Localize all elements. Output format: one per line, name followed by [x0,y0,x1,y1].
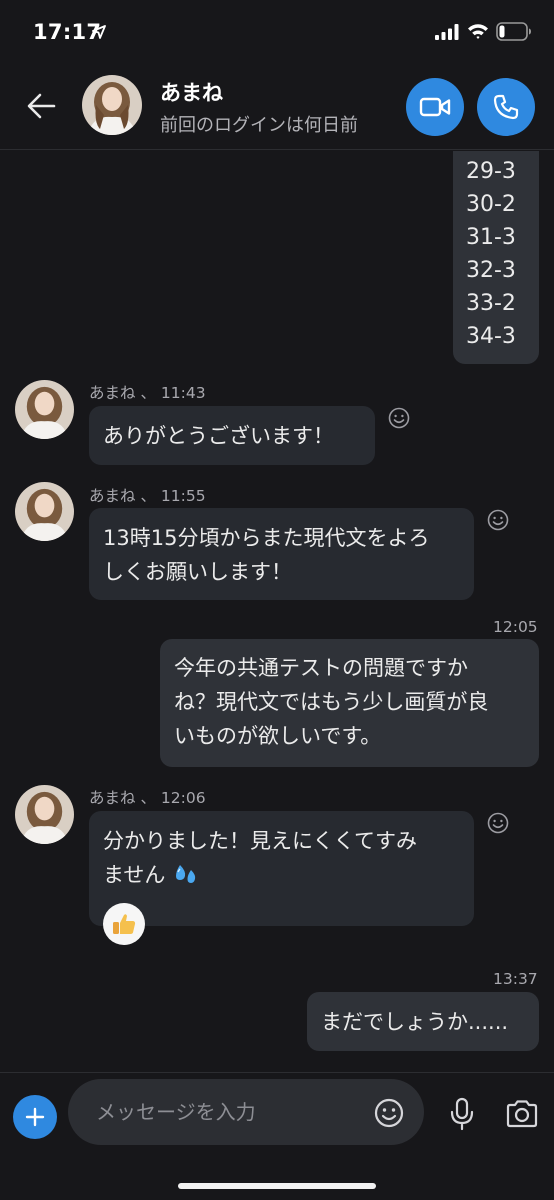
chat-header: あまね 前回のログインは何日前 [0,64,554,150]
reaction-badge[interactable] [103,903,145,945]
wifi-icon [468,24,488,39]
message-text: ません [103,863,166,887]
attach-plus-button[interactable] [13,1095,57,1139]
contact-avatar[interactable] [82,75,142,135]
message-meta: あまね 、 11:55 [89,484,206,506]
message-text: ありがとうございます！ [103,424,334,448]
smiley-react-icon[interactable] [387,406,411,430]
microphone-icon[interactable] [448,1097,476,1131]
outgoing-message-bubble[interactable]: 29-3 30-2 31-3 32-3 33-2 34-3 [453,151,539,364]
incoming-message-bubble[interactable]: 13時15分頃からまた現代文をよろ しくお願いします！ [89,508,474,600]
sender-avatar[interactable] [15,380,74,439]
meta-separator: 、 [140,384,156,402]
message-text-line: 分かりました！見えにくくてすみ [103,829,417,853]
message-input[interactable] [96,1079,366,1145]
video-camera-icon [419,97,451,117]
message-text-line: 31-3 [466,225,516,250]
message-list[interactable]: 29-3 30-2 31-3 32-3 33-2 34-3 あまね 、 11:4… [0,151,554,1071]
sender-name: あまね [89,384,136,402]
sweat-droplets-emoji-icon [176,865,196,883]
sender-name: あまね [89,789,136,807]
smiley-react-icon[interactable] [486,811,510,835]
home-indicator [178,1183,376,1189]
composer-bar [0,1072,554,1200]
message-text-line: しくお願いします！ [103,560,292,584]
cellular-signal-icon [435,24,459,40]
message-text: まだでしょうか...... [321,1010,509,1034]
back-arrow-icon[interactable] [22,86,62,126]
message-text-line: 34-3 [466,324,516,349]
message-time: 13:37 [493,970,538,988]
voice-call-button[interactable] [477,78,535,136]
meta-separator: 、 [140,789,156,807]
message-text-line: 13時15分頃からまた現代文をよろ [103,526,430,550]
status-bar: 17:17 [0,0,554,64]
message-time: 11:55 [160,487,206,505]
camera-icon[interactable] [505,1099,539,1129]
contact-name: あまね [160,81,223,105]
video-call-button[interactable] [406,78,464,136]
plus-icon [25,1107,45,1127]
message-text-line: ません [103,858,460,892]
emoji-picker-icon[interactable] [373,1097,405,1129]
incoming-message-bubble[interactable]: ありがとうございます！ [89,406,375,465]
message-text-line: 30-2 [466,192,516,217]
sender-avatar[interactable] [15,785,74,844]
phone-icon [493,94,519,120]
message-meta: あまね 、 11:43 [89,381,206,403]
message-field [68,1079,424,1145]
message-text-line: いものが欲しいです。 [174,724,382,748]
meta-separator: 、 [140,487,156,505]
message-meta: あまね 、 12:06 [89,786,206,808]
location-arrow-icon [92,25,106,39]
message-time: 12:05 [493,618,538,636]
outgoing-message-bubble[interactable]: 今年の共通テストの問題ですか ね？現代文ではもう少し画質が良 いものが欲しいです… [160,639,539,767]
message-text-line: 29-3 [466,159,516,184]
sender-avatar[interactable] [15,482,74,541]
outgoing-message-bubble[interactable]: まだでしょうか...... [307,992,539,1051]
message-text-line: ね？現代文ではもう少し画質が良 [174,690,489,714]
sender-name: あまね [89,487,136,505]
message-text-line: 今年の共通テストの問題ですか [174,656,468,680]
message-text-line: 33-2 [466,291,516,316]
contact-last-login: 前回のログインは何日前 [160,115,358,136]
message-time: 12:06 [160,789,206,807]
thumbs-up-icon [113,914,136,934]
smiley-react-icon[interactable] [486,508,510,532]
battery-icon [496,22,531,41]
message-text-line: 32-3 [466,258,516,283]
message-time: 11:43 [160,384,206,402]
incoming-message-bubble[interactable]: 分かりました！見えにくくてすみ ません [89,811,474,926]
